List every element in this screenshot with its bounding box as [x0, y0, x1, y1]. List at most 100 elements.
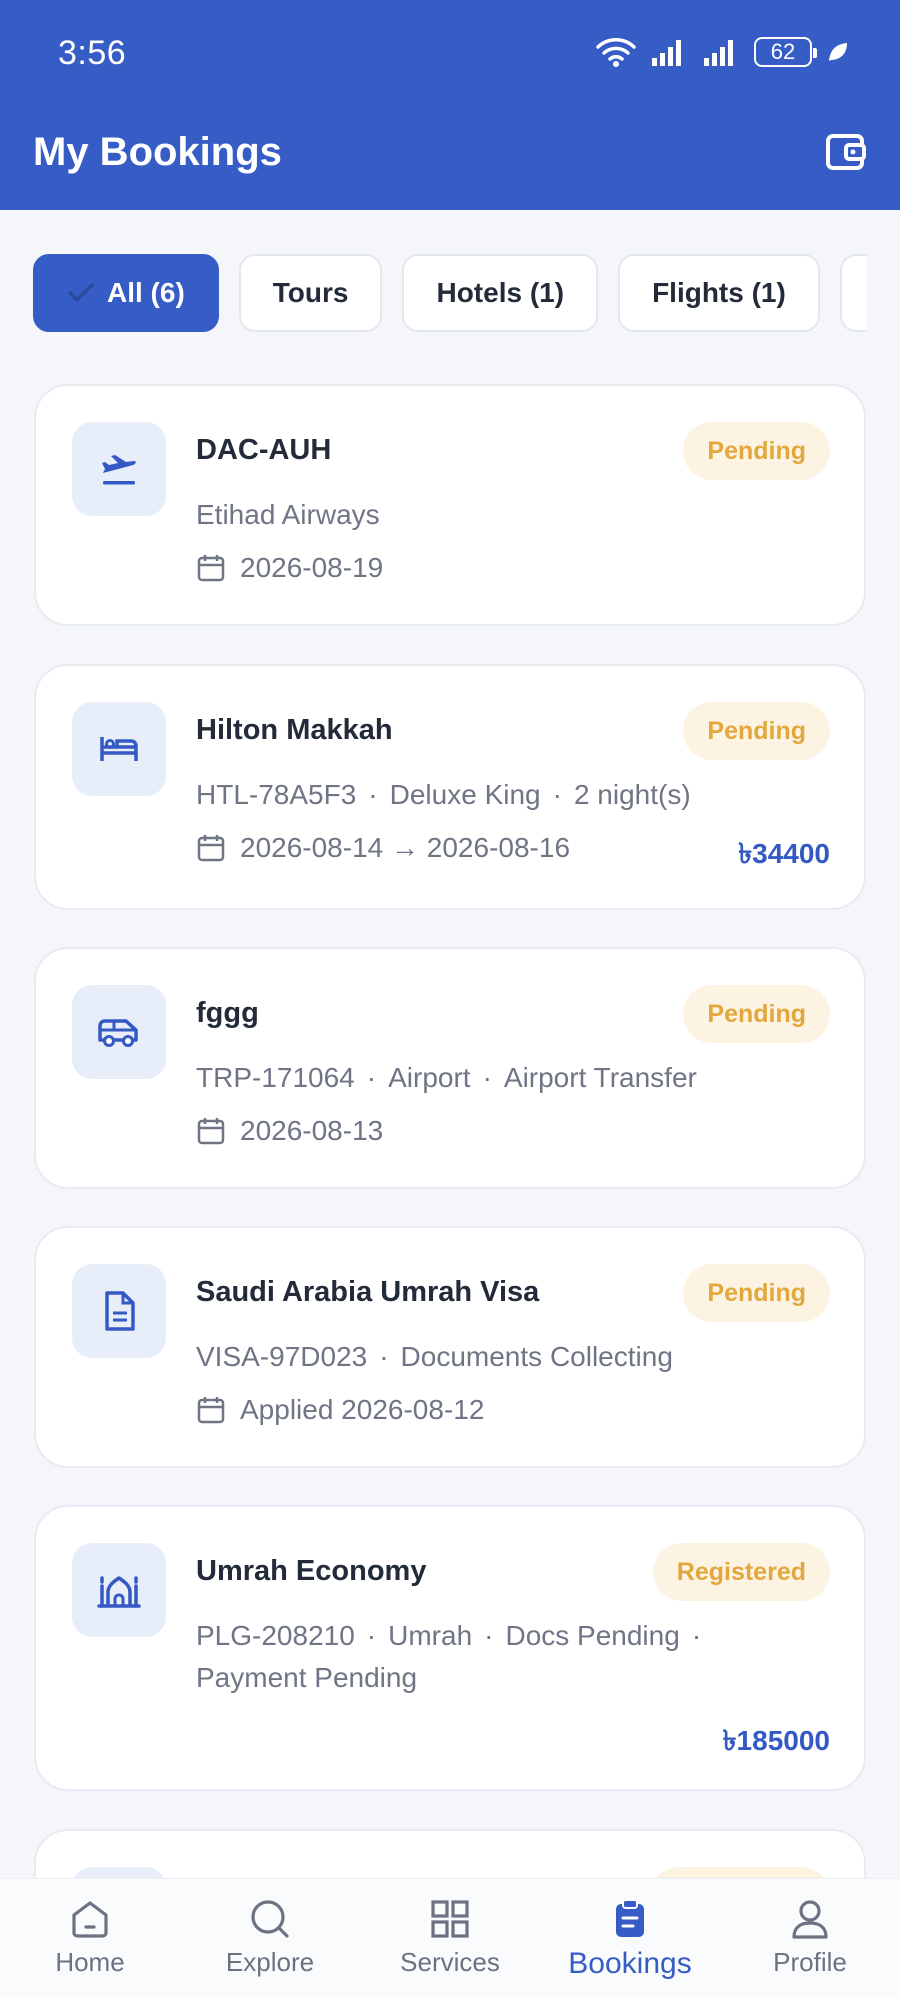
- filter-chip-more[interactable]: [839, 254, 867, 332]
- booking-date-text: 2026-08-13: [240, 1115, 384, 1146]
- booking-title: Umrah Economy: [196, 1555, 427, 1587]
- filter-chip-label: Flights (1): [652, 277, 786, 308]
- booking-location: Airport: [388, 1062, 471, 1093]
- page-title: My Bookings: [33, 130, 282, 174]
- booking-ref: VISA-97D023: [196, 1341, 368, 1372]
- status-bar: 3:56 62: [0, 0, 900, 110]
- booking-date: 2026-08-13: [196, 1115, 383, 1147]
- booking-price: ৳185000: [722, 1725, 830, 1756]
- status-badge: Registered: [652, 1543, 830, 1601]
- booking-subtitle: TRP-171064 · Airport · Airport Transfer: [196, 1057, 816, 1099]
- booking-title: Saudi Arabia Umrah Visa: [196, 1276, 540, 1308]
- booking-airline: Etihad Airways: [196, 499, 380, 530]
- booking-icon-box: [72, 1264, 166, 1358]
- wifi-icon: [596, 38, 636, 67]
- separator-dot: ·: [379, 1341, 389, 1372]
- filter-chip-tours[interactable]: Tours: [238, 254, 383, 332]
- separator-dot: ·: [552, 779, 562, 810]
- status-badge: Pending: [683, 985, 830, 1043]
- plane-icon: [102, 455, 136, 485]
- booking-ref: HTL-78A5F3: [196, 779, 357, 810]
- booking-icon-box: [72, 422, 166, 516]
- bed-icon: [100, 737, 138, 761]
- separator-dot: ·: [691, 1620, 702, 1651]
- booking-stage: Documents Collecting: [400, 1341, 673, 1372]
- status-time: 3:56: [58, 34, 127, 72]
- booking-icon-box: [72, 702, 166, 796]
- filter-chip-label: Hotels (1): [436, 277, 565, 308]
- separator-dot: ·: [484, 1620, 494, 1651]
- check-icon: [68, 283, 94, 302]
- status-badge: Pending: [683, 702, 830, 760]
- nav-label: Explore: [225, 1947, 315, 1977]
- status-icons: 62: [596, 36, 850, 68]
- battery-level: 62: [770, 39, 796, 64]
- nav-item-home[interactable]: Home: [0, 1879, 180, 1998]
- status-badge: Pending: [683, 422, 830, 480]
- mosque-icon: [97, 1576, 141, 1608]
- booking-card-package[interactable]: Umrah Economy Registered PLG-208210 · Umra…: [34, 1505, 866, 1791]
- booking-title: DAC-AUH: [196, 434, 332, 466]
- booking-nights: 2 night(s): [573, 779, 691, 810]
- document-icon: [105, 1291, 135, 1331]
- filter-chip-hotels[interactable]: Hotels (1): [402, 254, 599, 332]
- booking-date: 2026-08-19: [196, 552, 383, 584]
- filter-chip-label: All (6): [107, 277, 185, 308]
- user-icon: [792, 1900, 828, 1939]
- booking-title: fggg: [196, 997, 259, 1029]
- clipboard-icon: [616, 1899, 644, 1937]
- calendar-icon: [197, 835, 225, 862]
- wallet-button[interactable]: [824, 130, 868, 174]
- booking-room: Deluxe King: [389, 779, 541, 810]
- booking-card-hotel[interactable]: Hilton Makkah Pending HTL-78A5F3 · Deluxe …: [34, 664, 866, 910]
- nav-label: Bookings: [568, 1947, 692, 1980]
- nav-label: Services: [400, 1947, 500, 1977]
- grid-icon: [431, 1900, 469, 1938]
- booking-date: 2026-08-14 → 2026-08-16: [196, 832, 570, 864]
- booking-ref: PLG-208210: [196, 1620, 355, 1651]
- booking-subtitle: HTL-78A5F3 · Deluxe King · 2 night(s): [196, 774, 816, 816]
- booking-payment-status: Payment Pending: [196, 1662, 418, 1693]
- signal-icon-2: [704, 40, 733, 66]
- booking-docs-status: Docs Pending: [505, 1620, 680, 1651]
- booking-category: Umrah: [388, 1620, 473, 1651]
- booking-card-visa[interactable]: Saudi Arabia Umrah Visa Pending VISA-97D…: [34, 1226, 866, 1468]
- booking-subtitle: PLG-208210 · Umrah · Docs Pending · Payment Pe…: [196, 1615, 816, 1699]
- status-badge: Pending: [683, 1264, 830, 1322]
- calendar-icon: [197, 1397, 225, 1424]
- booking-ref: TRP-171064: [196, 1062, 355, 1093]
- signal-icon: [652, 40, 681, 66]
- home-icon: [72, 1901, 108, 1938]
- van-icon: [98, 1019, 138, 1047]
- booking-card-flight[interactable]: DAC-AUH Pending Etihad Airways 2026-08-1…: [34, 384, 866, 626]
- nav-item-explore[interactable]: Explore: [180, 1879, 360, 1998]
- booking-subtitle: Etihad Airways: [196, 494, 816, 536]
- booking-card-transfer[interactable]: fggg Pending TRP-171064 · Airport · Airport …: [34, 947, 866, 1189]
- booking-type: Airport Transfer: [503, 1062, 697, 1093]
- booking-icon-box: [72, 985, 166, 1079]
- booking-date-text: 2026-08-14 → 2026-08-16: [240, 832, 571, 863]
- search-icon: [251, 1900, 289, 1938]
- nav-label: Home: [55, 1947, 125, 1977]
- bottom-navigation: Home Explore Services Bookings Profile: [0, 1878, 900, 1998]
- calendar-icon: [197, 555, 225, 582]
- separator-dot: ·: [482, 1062, 492, 1093]
- booking-price: ৳34400: [738, 838, 830, 869]
- booking-date: Applied 2026-08-12: [196, 1394, 484, 1426]
- booking-date-text: 2026-08-19: [240, 552, 384, 583]
- battery-icon: 62: [754, 37, 817, 67]
- leaf-icon: [829, 43, 847, 61]
- filter-chip-label: Tours: [272, 277, 349, 308]
- filter-chip-flights[interactable]: Flights (1): [618, 254, 820, 332]
- separator-dot: ·: [368, 779, 378, 810]
- booking-date-text: Applied 2026-08-12: [240, 1394, 485, 1425]
- app-bar: 3:56 62 My Bookings: [0, 0, 900, 210]
- calendar-icon: [197, 1118, 225, 1145]
- nav-item-services[interactable]: Services: [360, 1879, 540, 1998]
- wallet-icon: [826, 134, 866, 170]
- nav-item-profile[interactable]: Profile: [720, 1879, 900, 1998]
- nav-item-bookings[interactable]: Bookings: [540, 1879, 720, 1998]
- filter-chip-all[interactable]: All (6): [33, 254, 219, 332]
- booking-subtitle: VISA-97D023 · Documents Collecting: [196, 1336, 816, 1378]
- separator-dot: ·: [366, 1620, 377, 1651]
